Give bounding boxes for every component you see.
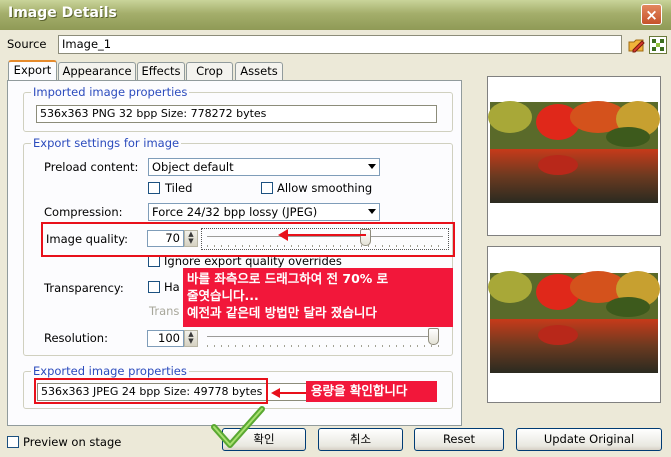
transparency-label: Transparency: xyxy=(44,281,124,295)
original-preview-image xyxy=(488,77,660,235)
note-line-2: 줄엿습니다... xyxy=(187,288,259,303)
exported-properties-legend: Exported image properties xyxy=(31,364,189,378)
transparency-option-label: Ha xyxy=(164,280,180,294)
preload-label: Preload content: xyxy=(44,160,139,174)
quality-highlight-box xyxy=(41,222,455,257)
preview-on-stage-label: Preview on stage xyxy=(23,435,122,449)
tab-assets[interactable]: Assets xyxy=(235,62,283,81)
drag-instruction-note: 바를 좌측으로 드래그하여 전 70% 로 줄엿습니다... 예전과 같은데 방… xyxy=(183,268,453,327)
close-icon: × xyxy=(645,6,658,24)
resolution-input[interactable]: 100 xyxy=(147,330,184,347)
exported-preview xyxy=(487,246,661,403)
note-line-1: 바를 좌측으로 드래그하여 전 70% 로 xyxy=(187,271,389,286)
size-check-note: 용량을 확인합니다 xyxy=(306,381,437,402)
update-original-button[interactable]: Update Original xyxy=(516,428,662,451)
note-line-3: 예전과 같은데 방법만 달라 졌습니다 xyxy=(187,305,377,320)
resolution-thumb[interactable] xyxy=(428,328,439,345)
checkmark-icon xyxy=(211,406,265,448)
transparency-sub-label: Trans xyxy=(149,304,180,318)
source-field[interactable]: Image_1 xyxy=(58,35,622,54)
tab-appearance[interactable]: Appearance xyxy=(58,62,136,81)
window-title: Image Details xyxy=(8,5,117,21)
resolution-track xyxy=(207,336,439,340)
exported-preview-image xyxy=(488,247,660,402)
preload-select[interactable]: Object default xyxy=(148,158,380,176)
resolution-ticks xyxy=(207,345,439,347)
chevron-down-icon xyxy=(368,164,376,169)
tab-crop[interactable]: Crop xyxy=(186,62,233,81)
tiled-checkbox[interactable] xyxy=(148,182,160,194)
transparency-checkbox[interactable] xyxy=(148,281,160,293)
original-preview xyxy=(487,76,661,236)
cancel-button[interactable]: 취소 xyxy=(318,428,403,451)
drag-left-arrow-icon xyxy=(278,229,366,241)
smoothing-checkbox[interactable] xyxy=(261,182,273,194)
source-label: Source xyxy=(7,37,47,51)
tab-export[interactable]: Export xyxy=(8,60,57,82)
smoothing-label: Allow smoothing xyxy=(277,181,373,195)
edit-image-icon[interactable] xyxy=(627,36,645,54)
close-button[interactable]: × xyxy=(641,4,662,25)
imported-properties-legend: Imported image properties xyxy=(31,85,190,99)
size-highlight-box xyxy=(34,378,268,404)
chevron-down-icon xyxy=(368,209,376,214)
tiled-label: Tiled xyxy=(165,181,193,195)
size-arrow-icon xyxy=(271,388,308,398)
compression-label: Compression: xyxy=(44,205,123,219)
imported-info-field: 536x363 PNG 32 bpp Size: 778272 bytes xyxy=(36,105,437,123)
reset-button[interactable]: Reset xyxy=(414,428,504,451)
browse-library-icon[interactable] xyxy=(649,36,667,54)
compression-select-value: Force 24/32 bpp lossy (JPEG) xyxy=(152,205,318,219)
tab-effects[interactable]: Effects xyxy=(137,62,185,81)
export-settings-legend: Export settings for image xyxy=(31,136,182,150)
preload-select-value: Object default xyxy=(152,160,234,174)
resolution-stepper[interactable]: ▲ ▼ xyxy=(184,330,198,347)
compression-select[interactable]: Force 24/32 bpp lossy (JPEG) xyxy=(148,203,380,221)
preview-on-stage-checkbox[interactable] xyxy=(7,436,19,448)
resolution-label: Resolution: xyxy=(44,331,108,345)
